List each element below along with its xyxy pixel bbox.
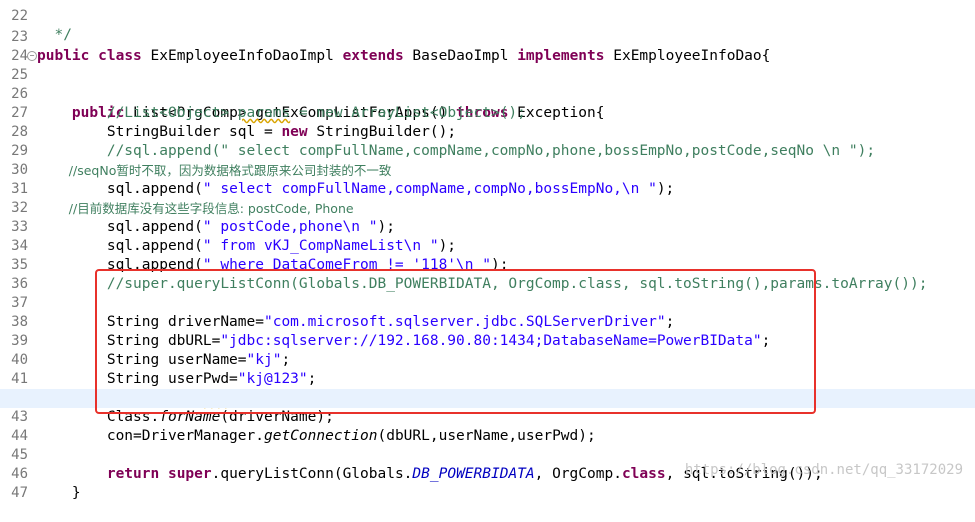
red-highlight-box: [95, 269, 816, 414]
code-line[interactable]: 34 sql.append(" where DataComeFrom != '1…: [0, 218, 975, 273]
code-text: }: [37, 485, 81, 501]
line-number: 47: [11, 485, 28, 501]
code-line[interactable]: 27 StringBuilder sql = new StringBuilder…: [0, 85, 975, 140]
code-line[interactable]: 33 sql.append(" from vKJ_CompNameList\n …: [0, 199, 975, 254]
watermark-text: https://blog.csdn.net/qq_33172029: [684, 462, 963, 478]
code-line[interactable]: 23 public class ExEmployeeInfoDaoImpl ex…: [0, 9, 975, 64]
code-line[interactable]: 32 sql.append(" postCode,phone\n ");: [0, 180, 975, 235]
code-line[interactable]: 25 − public List<OrgComp> getExCompListF…: [0, 47, 975, 121]
code-line[interactable]: 45 return super.queryListConn(Globals.DB…: [0, 427, 975, 482]
code-line[interactable]: 28 //sql.append(" select compFullName,co…: [0, 104, 975, 159]
code-line[interactable]: 31 //目前数据库没有这些字段信息: postCode, Phone: [0, 161, 975, 216]
code-line[interactable]: 24: [0, 28, 975, 64]
code-line[interactable]: 35 //super.queryListConn(Globals.DB_POWE…: [0, 237, 975, 292]
code-line[interactable]: 29 //seqNo暂时不取，因为数据格式跟原来公司封装的不一致: [0, 123, 975, 178]
code-editor[interactable]: 22 */ 23 public class ExEmployeeInfoDaoI…: [0, 0, 975, 501]
code-line[interactable]: 26 //List<Object> params = new ArrayList…: [0, 66, 975, 121]
fold-toggle-icon[interactable]: −: [27, 51, 37, 61]
code-line[interactable]: 22 */: [0, 0, 975, 43]
code-line[interactable]: 30 sql.append(" select compFullName,comp…: [0, 142, 975, 197]
